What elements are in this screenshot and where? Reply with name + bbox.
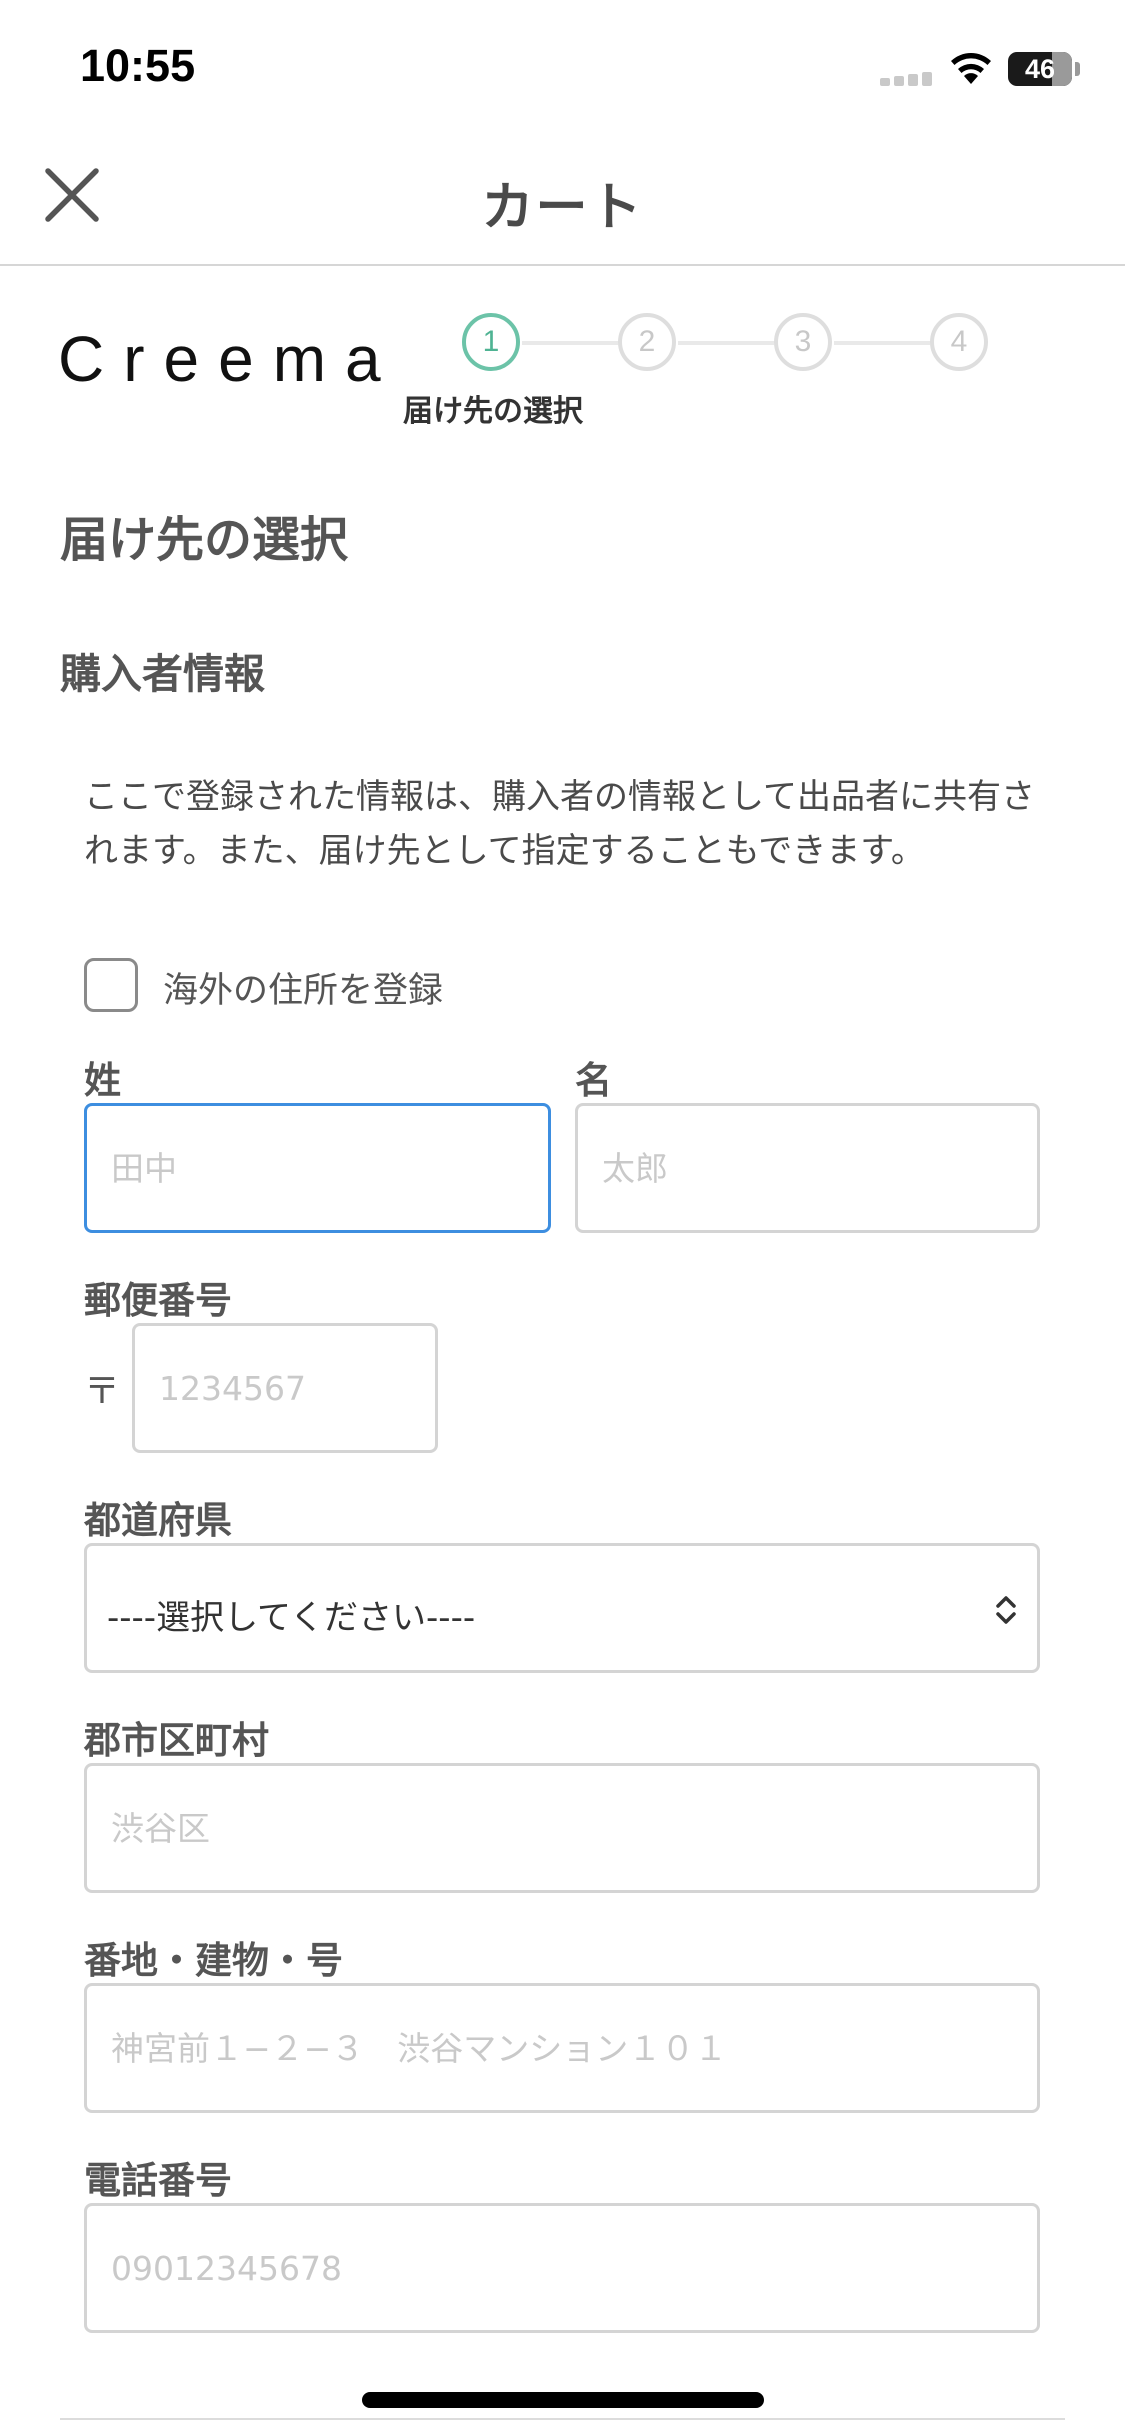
- battery-icon: 46: [1008, 52, 1072, 86]
- phone-label: 電話番号: [84, 2159, 232, 2202]
- step-4: 4: [930, 313, 988, 371]
- city-label: 郡市区町村: [84, 1719, 269, 1762]
- header-divider: [0, 264, 1125, 266]
- chevron-up-down-icon: [996, 1596, 1016, 1624]
- current-step-label: 届け先の選択: [403, 394, 583, 429]
- prefecture-label: 都道府県: [84, 1499, 232, 1542]
- wifi-icon: [951, 53, 991, 84]
- city-input[interactable]: [84, 1763, 1040, 1893]
- overseas-address-checkbox[interactable]: [84, 958, 138, 1012]
- first-name-input[interactable]: [575, 1103, 1040, 1233]
- buyer-intro-text: ここで登録された情報は、購入者の情報として出品者に共有されます。また、届け先とし…: [84, 777, 1035, 871]
- step-2: 2: [618, 313, 676, 371]
- last-name-input[interactable]: [84, 1103, 551, 1233]
- step-connector: [678, 341, 774, 345]
- address-label: 番地・建物・号: [84, 1939, 343, 1982]
- battery-level: 46: [1024, 54, 1056, 84]
- bottom-divider: [60, 2418, 1065, 2420]
- step-1: 1: [462, 313, 520, 371]
- prefecture-select-value: ----選択してください----: [107, 1598, 476, 1638]
- first-name-label: 名: [575, 1059, 612, 1102]
- battery-cap: [1075, 62, 1080, 76]
- buyer-section-title: 購入者情報: [60, 650, 265, 698]
- postal-code-input[interactable]: [132, 1323, 438, 1453]
- overseas-address-label[interactable]: 海外の住所を登録: [163, 962, 443, 1013]
- page-title: 届け先の選択: [60, 512, 349, 568]
- cart-page: 10:55 46 カート Creema 1 2 3 4 届け先の選択 届け先の選…: [0, 0, 1125, 2436]
- cellular-signal-icon: [880, 72, 936, 86]
- phone-input[interactable]: [84, 2203, 1040, 2333]
- last-name-label: 姓: [84, 1059, 121, 1102]
- step-3: 3: [774, 313, 832, 371]
- step-connector: [522, 341, 618, 345]
- postal-mark: 〒: [84, 1371, 121, 1412]
- prefecture-select[interactable]: ----選択してください----: [84, 1543, 1040, 1673]
- postal-code-label: 郵便番号: [84, 1279, 232, 1322]
- step-connector: [834, 341, 930, 345]
- address-input[interactable]: [84, 1983, 1040, 2113]
- status-time: 10:55: [80, 40, 196, 91]
- home-indicator: [362, 2392, 764, 2408]
- header-title: カート: [481, 178, 644, 238]
- creema-logo: Creema: [58, 323, 400, 395]
